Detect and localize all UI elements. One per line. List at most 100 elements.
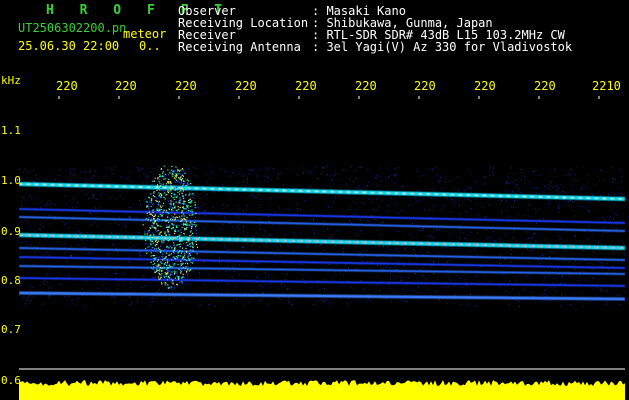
echo-dot xyxy=(180,270,182,272)
echo-dot xyxy=(166,245,168,247)
echo-dot xyxy=(177,276,179,278)
echo-dot xyxy=(190,239,192,241)
noise-dot xyxy=(621,176,623,178)
noise-dot xyxy=(111,232,112,234)
echo-dot xyxy=(163,209,165,211)
noise-dot xyxy=(207,304,209,305)
noise-dot xyxy=(528,238,529,239)
echo-dot xyxy=(160,195,163,197)
noise-dot xyxy=(355,214,357,216)
echo-dot xyxy=(177,216,179,218)
echo-dot xyxy=(164,271,166,274)
echo-dot xyxy=(165,183,167,185)
noise-dot xyxy=(90,213,92,215)
noise-dot xyxy=(594,184,596,186)
echo-dot xyxy=(181,195,183,197)
noise-dot xyxy=(71,299,73,301)
noise-dot xyxy=(543,300,545,302)
noise-dot xyxy=(76,304,78,306)
noise-dot xyxy=(101,182,103,184)
noise-dot xyxy=(565,174,567,176)
noise-dot xyxy=(542,218,544,220)
noise-dot xyxy=(573,179,575,181)
noise-dot xyxy=(422,275,423,276)
noise-dot xyxy=(608,218,610,220)
noise-dot xyxy=(556,190,558,192)
noise-dot xyxy=(91,177,93,179)
echo-dot xyxy=(178,254,180,257)
noise-dot xyxy=(256,232,258,234)
noise-dot xyxy=(519,293,520,295)
noise-dot xyxy=(469,250,471,252)
echo-dot xyxy=(178,208,180,210)
noise-dot xyxy=(578,279,580,281)
echo-dot xyxy=(182,175,184,177)
echo-dot xyxy=(155,268,158,270)
echo-dot xyxy=(161,205,163,207)
echo-dot xyxy=(191,226,193,228)
echo-dot xyxy=(182,237,184,239)
noise-dot xyxy=(72,206,74,208)
counter-text: 0.. xyxy=(139,39,161,53)
noise-dot xyxy=(46,252,48,254)
noise-dot xyxy=(192,271,194,273)
echo-dot xyxy=(159,174,161,176)
noise-dot xyxy=(505,290,507,292)
noise-dot xyxy=(447,286,449,288)
noise-dot xyxy=(71,254,73,256)
echo-dot xyxy=(154,227,156,229)
echo-dot xyxy=(162,255,164,257)
echo-dot xyxy=(155,248,157,250)
echo-dot xyxy=(170,195,173,197)
noise-dot xyxy=(615,215,617,217)
noise-dot xyxy=(242,175,244,177)
noise-dot xyxy=(256,175,258,177)
noise-dot xyxy=(117,284,119,286)
noise-dot xyxy=(593,264,595,265)
noise-dot xyxy=(68,295,70,297)
echo-dot xyxy=(163,276,165,278)
noise-dot xyxy=(565,250,567,252)
echo-dot xyxy=(157,269,159,271)
noise-dot xyxy=(34,230,36,232)
noise-dot xyxy=(213,261,215,263)
echo-dot xyxy=(192,246,194,248)
noise-dot xyxy=(334,196,336,198)
echo-dot xyxy=(172,171,174,173)
noise-dot xyxy=(424,187,426,189)
noise-dot xyxy=(488,280,490,282)
echo-dot xyxy=(160,250,162,252)
echo-dot xyxy=(192,244,194,246)
echo-dot xyxy=(173,270,175,272)
noise-dot xyxy=(430,260,431,262)
noise-dot xyxy=(178,214,180,216)
noise-dot xyxy=(109,255,111,257)
noise-dot xyxy=(179,247,181,249)
echo-dot xyxy=(183,276,185,279)
echo-dot xyxy=(187,263,189,265)
noise-dot xyxy=(175,285,177,287)
echo-dot xyxy=(183,243,185,245)
echo-dot xyxy=(189,253,191,255)
noise-dot xyxy=(257,262,259,264)
noise-dot xyxy=(84,172,86,173)
noise-dot xyxy=(202,243,204,245)
noise-dot xyxy=(385,298,387,300)
echo-dot xyxy=(162,242,164,244)
echo-dot xyxy=(185,184,187,187)
noise-dot xyxy=(535,240,537,242)
echo-dot xyxy=(152,232,154,234)
echo-dot xyxy=(162,211,164,213)
noise-dot xyxy=(270,282,272,284)
noise-dot xyxy=(149,305,151,306)
noise-dot xyxy=(541,191,543,193)
echo-dot xyxy=(180,252,183,254)
noise-dot xyxy=(554,169,556,171)
noise-dot xyxy=(410,203,412,205)
noise-dot xyxy=(348,267,350,269)
noise-dot xyxy=(550,200,552,202)
echo-dot xyxy=(181,192,183,194)
echo-dot xyxy=(173,198,175,200)
noise-dot xyxy=(81,239,83,241)
noise-dot xyxy=(316,178,318,179)
